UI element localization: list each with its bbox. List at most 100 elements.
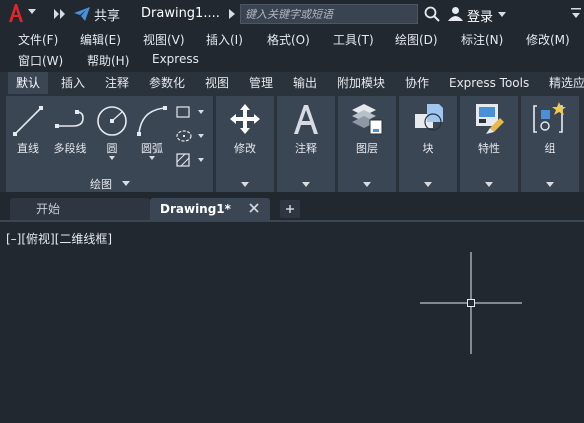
block-panel: 块: [399, 96, 457, 192]
draw-panel-title: 绘图: [90, 178, 112, 191]
draw-panel-chevron-down-icon: [122, 181, 130, 186]
annotation-chevron-down-icon[interactable]: [302, 182, 310, 187]
menu-view[interactable]: 视图(V): [143, 31, 185, 48]
hatch-chevron-down-icon[interactable]: [198, 158, 204, 162]
line-tool-label: 直线: [17, 142, 39, 155]
fast-forward-icon[interactable]: [54, 9, 66, 19]
properties-label: 特性: [478, 142, 500, 155]
draw-panel: 直线 多段线 圆 圆弧 绘图: [6, 96, 213, 192]
circle-tool-button[interactable]: 圆: [92, 102, 132, 162]
share-button[interactable]: 共享: [74, 4, 120, 24]
ribbon: 直线 多段线 圆 圆弧 绘图 修改 注释 图层 块 特性 组: [0, 94, 584, 192]
layers-panel: 图层: [338, 96, 396, 192]
block-label: 块: [422, 142, 434, 155]
menu-modify[interactable]: 修改(M): [526, 31, 570, 48]
text-icon: [294, 105, 318, 134]
circle-chevron-down-icon[interactable]: [109, 156, 115, 160]
tab-manage[interactable]: 管理: [249, 72, 273, 94]
search-icon[interactable]: [424, 6, 440, 22]
layers-chevron-down-icon[interactable]: [363, 182, 371, 187]
group-chevron-down-icon[interactable]: [546, 182, 554, 187]
menu-bar: 文件(F) 编辑(E) 视图(V) 插入(I) 格式(O) 工具(T) 绘图(D…: [0, 28, 584, 70]
menu-tools[interactable]: 工具(T): [333, 31, 374, 48]
polyline-tool-button[interactable]: 多段线: [48, 102, 92, 162]
annotation-label: 注释: [295, 142, 317, 155]
tab-annotate[interactable]: 注释: [105, 72, 129, 94]
tab-insert[interactable]: 插入: [61, 72, 85, 94]
group-icon: [533, 102, 566, 133]
annotation-button[interactable]: 注释: [277, 100, 335, 160]
block-icon: [415, 104, 443, 131]
user-icon[interactable]: [448, 6, 463, 21]
arc-chevron-down-icon[interactable]: [149, 156, 155, 160]
autocad-logo-icon[interactable]: [8, 3, 24, 23]
new-tab-button[interactable]: [280, 200, 300, 218]
tab-parametric[interactable]: 参数化: [149, 72, 185, 94]
login-chevron-down-icon[interactable]: [498, 12, 506, 17]
search-input[interactable]: [240, 4, 418, 24]
properties-panel: 特性: [460, 96, 518, 192]
rectangle-icon: [176, 106, 190, 118]
layers-icon: [352, 104, 383, 135]
group-panel: 组: [521, 96, 579, 192]
circle-icon: [97, 106, 127, 136]
ellipse-tool-button[interactable]: [176, 128, 210, 144]
tab-default[interactable]: 默认: [8, 72, 49, 94]
annotation-panel: 注释: [277, 96, 335, 192]
group-button[interactable]: 组: [521, 100, 579, 160]
plus-icon: [286, 205, 294, 213]
modify-panel: 修改: [216, 96, 274, 192]
rectangle-tool-button[interactable]: [176, 104, 210, 120]
circle-tool-label: 圆: [106, 142, 118, 155]
layers-label: 图层: [356, 142, 378, 155]
properties-icon: [476, 104, 504, 134]
tab-addins[interactable]: 附加模块: [337, 72, 385, 94]
draw-panel-footer[interactable]: 绘图: [6, 176, 213, 192]
tab-view[interactable]: 视图: [205, 72, 229, 94]
viewport-controls-label[interactable]: [–][俯视][二维线框]: [6, 230, 112, 247]
menu-insert[interactable]: 插入(I): [206, 31, 243, 48]
close-icon[interactable]: [247, 201, 261, 215]
line-tool-button[interactable]: 直线: [8, 102, 48, 162]
tab-featured-apps[interactable]: 精选应: [549, 72, 584, 94]
arc-icon: [137, 106, 167, 136]
file-tabs: 开始 Drawing1*: [0, 196, 584, 220]
layers-button[interactable]: 图层: [338, 100, 396, 160]
quick-access-dropdown-icon[interactable]: [571, 8, 581, 20]
document-title: Drawing1....: [141, 6, 220, 21]
menu-format[interactable]: 格式(O): [267, 31, 310, 48]
menu-edit[interactable]: 编辑(E): [80, 31, 121, 48]
menu-window[interactable]: 窗口(W): [18, 52, 63, 69]
menu-draw[interactable]: 绘图(D): [395, 31, 438, 48]
move-icon: [230, 104, 260, 134]
rectangle-chevron-down-icon[interactable]: [198, 110, 204, 114]
tab-collaborate[interactable]: 协作: [405, 72, 429, 94]
menu-express[interactable]: Express: [152, 52, 199, 66]
hatch-tool-button[interactable]: [176, 152, 210, 168]
block-chevron-down-icon[interactable]: [424, 182, 432, 187]
hatch-icon: [176, 153, 190, 167]
tab-output[interactable]: 输出: [293, 72, 317, 94]
menu-help[interactable]: 帮助(H): [87, 52, 129, 69]
tab-express-tools[interactable]: Express Tools: [449, 72, 529, 94]
menu-dimension[interactable]: 标注(N): [461, 31, 503, 48]
file-tab-start[interactable]: 开始: [10, 198, 150, 220]
menu-file[interactable]: 文件(F): [18, 31, 58, 48]
properties-button[interactable]: 特性: [460, 100, 518, 160]
group-label: 组: [544, 142, 556, 155]
paper-plane-icon: [74, 7, 90, 21]
modify-button[interactable]: 修改: [216, 100, 274, 160]
ellipse-chevron-down-icon[interactable]: [198, 134, 204, 138]
crosshair-cursor-icon: [420, 252, 522, 354]
login-button[interactable]: 登录: [467, 6, 493, 25]
drawing-canvas[interactable]: [–][俯视][二维线框]: [0, 222, 584, 423]
polyline-icon: [55, 110, 84, 128]
properties-chevron-down-icon[interactable]: [485, 182, 493, 187]
title-bar: 共享 Drawing1.... 登录: [0, 0, 584, 28]
modify-chevron-down-icon[interactable]: [241, 182, 249, 187]
app-menu-chevron-down-icon[interactable]: [28, 9, 36, 14]
share-label: 共享: [94, 8, 121, 24]
arc-tool-button[interactable]: 圆弧: [132, 102, 172, 162]
expand-title-icon[interactable]: [229, 9, 235, 19]
block-button[interactable]: 块: [399, 100, 457, 160]
